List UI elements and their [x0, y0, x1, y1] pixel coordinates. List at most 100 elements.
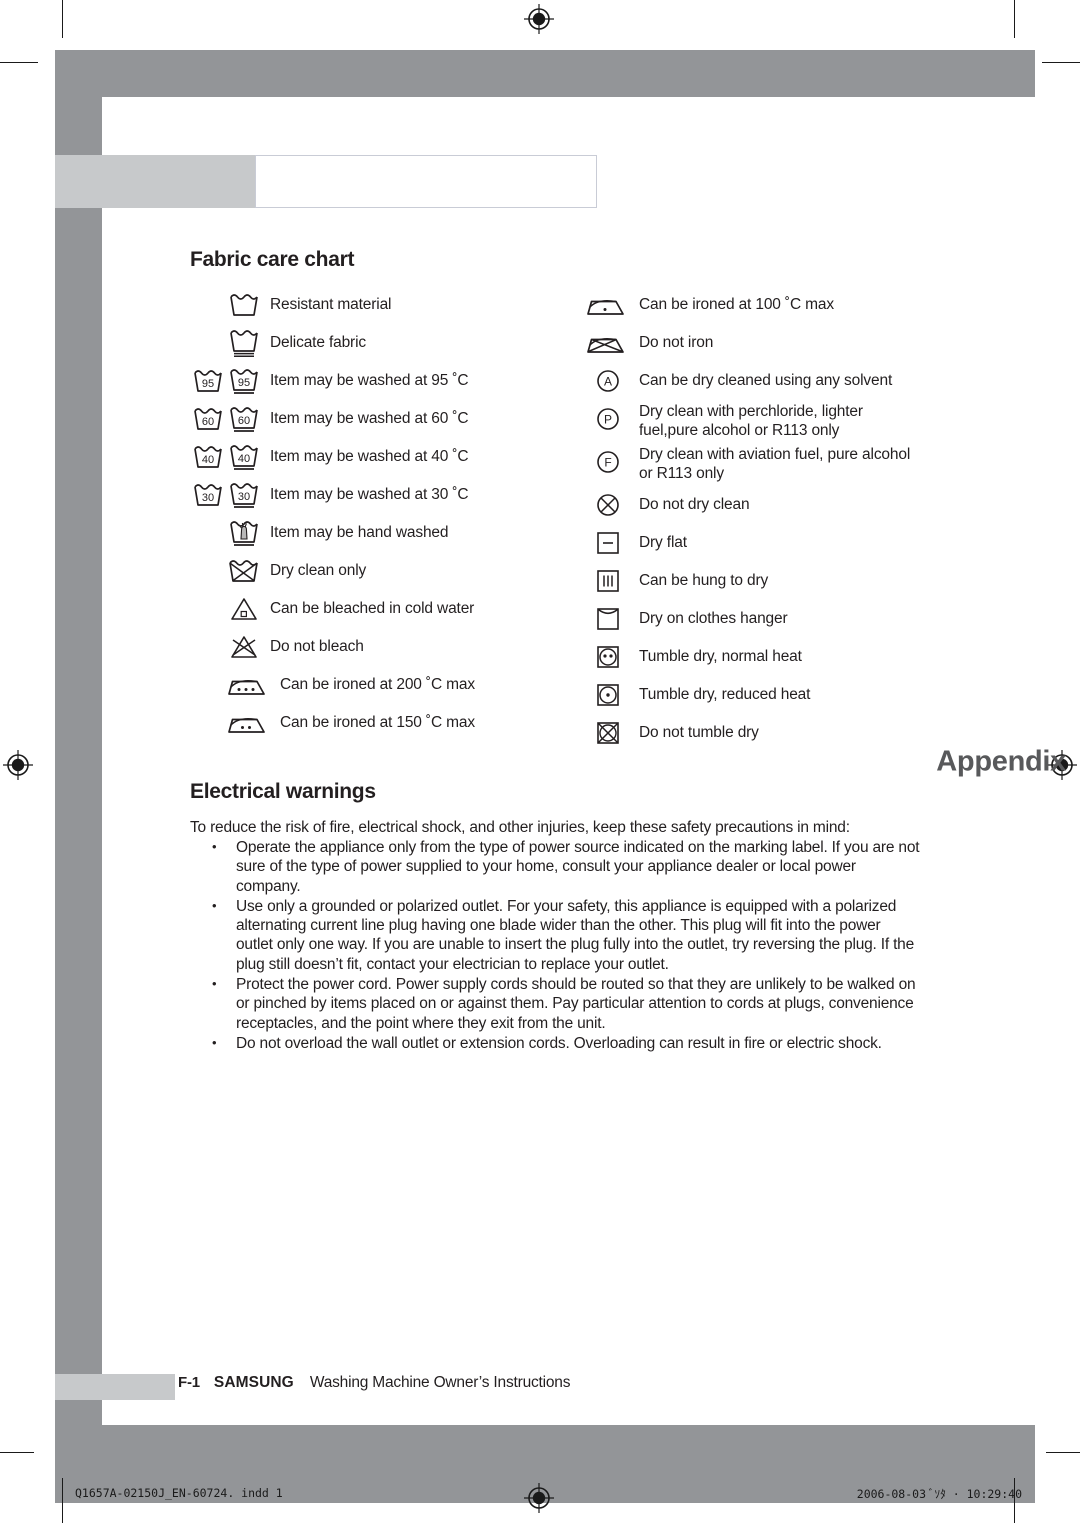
- footer-description: Washing Machine Owner’s Instructions: [309, 1374, 571, 1391]
- registration-target-top: [524, 4, 554, 34]
- wash-tub-95-underline-icon: 95: [226, 362, 262, 400]
- warning-bullet: Use only a grounded or polarized outlet.…: [190, 896, 920, 974]
- care-item-dryclean-aviation-fuel: F Dry clean with aviation fuel, pure alc…: [585, 443, 920, 483]
- tumble-dry-one-dot-icon: [585, 676, 631, 714]
- fabric-care-right-column: Can be ironed at 100 ˚C max Do not iron: [585, 286, 920, 752]
- care-item-tumble-dry-reduced: Tumble dry, reduced heat: [585, 676, 920, 714]
- wash-tub-40-underline-icon: 40: [226, 438, 262, 476]
- wash-tub-40-icon: 40: [190, 438, 226, 476]
- care-item-label: Do not bleach: [270, 638, 364, 655]
- svg-text:95: 95: [238, 377, 250, 389]
- care-item-label: Item may be washed at 30 ˚C: [270, 486, 469, 503]
- electrical-warnings-intro: To reduce the risk of fire, electrical s…: [190, 819, 850, 836]
- print-info-left-rule: [62, 1478, 63, 1523]
- page-frame-left-band: [55, 50, 102, 1150]
- print-info-timestamp: 2006-08-03 ﾞｿﾀ · 10:29:40: [856, 1487, 1022, 1501]
- care-item-label: Dry on clothes hanger: [639, 610, 788, 627]
- care-item-dry-flat: Dry flat: [585, 524, 920, 562]
- care-item-dry-clean-only: Dry clean only: [190, 552, 590, 590]
- electrical-warnings-list: Operate the appliance only from the type…: [190, 837, 920, 1053]
- care-item-label: Do not iron: [639, 334, 714, 351]
- care-item-label: Resistant material: [270, 296, 392, 313]
- registration-target-left: [3, 750, 33, 780]
- wash-tub-underline-double-icon: [226, 324, 262, 362]
- care-item-do-not-dryclean: Do not dry clean: [585, 486, 920, 524]
- wash-tub-60-underline-icon: 60: [226, 400, 262, 438]
- page-frame-top-band: [55, 50, 1035, 97]
- care-item-label: Tumble dry, reduced heat: [639, 686, 811, 703]
- svg-text:P: P: [604, 413, 612, 427]
- fabric-care-section: Fabric care chart Resistant material Del…: [190, 248, 920, 766]
- bleach-cold-water-triangle-icon: [226, 590, 262, 628]
- wash-tub-30-underline-icon: 30: [226, 476, 262, 514]
- care-item-iron-150: Can be ironed at 150 ˚C max: [190, 704, 590, 742]
- care-item-iron-200: Can be ironed at 200 ˚C max: [190, 666, 590, 704]
- care-item-label: Do not dry clean: [639, 496, 750, 513]
- iron-two-dots-icon: [226, 704, 272, 742]
- care-item-label: Dry clean only: [270, 562, 367, 579]
- crop-mark-top-left-vertical: [62, 0, 63, 38]
- care-item-label: Item may be washed at 95 ˚C: [270, 372, 469, 389]
- appendix-header-box: [255, 155, 597, 208]
- hang-to-dry-square-bars-icon: [585, 562, 631, 600]
- care-item-label: Can be dry cleaned using any solvent: [639, 372, 893, 389]
- care-item-wash-40: 40 40 Item may be washed at 40 ˚C: [190, 438, 590, 476]
- care-item-tumble-dry-normal: Tumble dry, normal heat: [585, 638, 920, 676]
- care-item-do-not-bleach: Do not bleach: [190, 628, 590, 666]
- fabric-care-chart-title: Fabric care chart: [190, 248, 355, 271]
- iron-one-dot-icon: [585, 286, 631, 324]
- appendix-accent-band: [55, 155, 260, 208]
- dry-flat-square-dash-icon: [585, 524, 631, 562]
- dryclean-circle-p-icon: P: [585, 400, 631, 438]
- hand-wash-icon: [226, 514, 262, 552]
- tumble-dry-two-dots-icon: [585, 638, 631, 676]
- dry-clean-only-tub-crossed-icon: [226, 552, 262, 590]
- care-item-wash-95: 95 95 Item may be washed at 95 ˚C: [190, 362, 590, 400]
- wash-tub-95-icon: 95: [190, 362, 226, 400]
- footer-brand-name: SAMSUNG: [213, 1374, 294, 1391]
- iron-three-dots-icon: [226, 666, 272, 704]
- care-item-delicate-fabric: Delicate fabric: [190, 324, 590, 362]
- svg-text:30: 30: [238, 491, 250, 503]
- print-info-filename: Q1657A-02150J_EN-60724. indd 1: [75, 1486, 283, 1500]
- care-item-label: Tumble dry, normal heat: [639, 648, 802, 665]
- crop-mark-right-horizontal-top: [1042, 62, 1080, 63]
- care-item-hang-to-dry: Can be hung to dry: [585, 562, 920, 600]
- care-item-label: Item may be washed at 40 ˚C: [270, 448, 469, 465]
- warning-bullet: Operate the appliance only from the type…: [190, 837, 920, 896]
- svg-text:95: 95: [202, 378, 214, 390]
- care-item-dryclean-perchloride: P Dry clean with perchloride, lighter fu…: [585, 400, 920, 440]
- care-item-do-not-iron: Do not iron: [585, 324, 920, 362]
- care-item-label: Item may be washed at 60 ˚C: [270, 410, 469, 427]
- care-item-label: Can be ironed at 200 ˚C max: [280, 676, 475, 693]
- drip-dry-square-arc-icon: [585, 600, 631, 638]
- care-item-wash-60: 60 60 Item may be washed at 60 ˚C: [190, 400, 590, 438]
- print-info-strip: Q1657A-02150J_EN-60724. indd 1 2006-08-0…: [0, 1478, 1080, 1523]
- svg-text:40: 40: [202, 454, 214, 466]
- care-item-label: Dry flat: [639, 534, 687, 551]
- registration-target-bottom: [524, 1483, 554, 1513]
- care-item-label: Dry clean with aviation fuel, pure alcoh…: [639, 446, 911, 482]
- page-footer: F-1 SAMSUNG Washing Machine Owner’s Inst…: [178, 1374, 570, 1392]
- do-not-iron-crossed-icon: [585, 324, 631, 362]
- care-item-label: Can be ironed at 150 ˚C max: [280, 714, 475, 731]
- care-item-wash-30: 30 30 Item may be washed at 30 ˚C: [190, 476, 590, 514]
- care-item-resistant-material: Resistant material: [190, 286, 590, 324]
- wash-tub-plain-icon: [226, 286, 262, 324]
- care-item-label: Can be ironed at 100 ˚C max: [639, 296, 834, 313]
- fabric-care-grid: Resistant material Delicate fabric 95 95…: [190, 286, 920, 766]
- electrical-warnings-section: Electrical warnings To reduce the risk o…: [190, 780, 920, 1053]
- care-item-dry-on-hanger: Dry on clothes hanger: [585, 600, 920, 638]
- fabric-care-left-column: Resistant material Delicate fabric 95 95…: [190, 286, 590, 742]
- svg-text:40: 40: [238, 453, 250, 465]
- svg-text:60: 60: [202, 416, 214, 428]
- electrical-warnings-title: Electrical warnings: [190, 780, 376, 803]
- warning-bullet: Protect the power cord. Power supply cor…: [190, 974, 920, 1033]
- care-item-label: Can be hung to dry: [639, 572, 769, 589]
- care-item-iron-100: Can be ironed at 100 ˚C max: [585, 286, 920, 324]
- dryclean-circle-f-icon: F: [585, 443, 631, 481]
- svg-text:F: F: [604, 456, 611, 470]
- crop-mark-left-horizontal-bottom: [0, 1452, 34, 1453]
- crop-mark-left-horizontal-top: [0, 62, 38, 63]
- footer-page-number: F-1: [178, 1374, 200, 1391]
